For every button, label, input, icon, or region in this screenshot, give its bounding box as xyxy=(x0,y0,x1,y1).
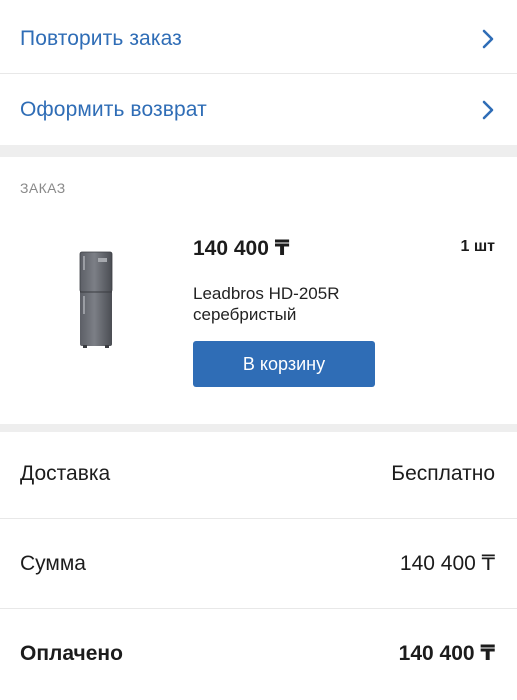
order-section-caption: ЗАКАЗ xyxy=(20,180,66,196)
delivery-row: Доставка Бесплатно xyxy=(0,429,517,518)
refrigerator-icon xyxy=(79,251,113,348)
chevron-right-icon xyxy=(482,29,494,49)
divider xyxy=(0,73,517,74)
return-order-label: Оформить возврат xyxy=(20,98,207,121)
add-to-cart-button[interactable]: В корзину xyxy=(193,341,375,387)
chevron-right-icon xyxy=(482,100,494,120)
total-label: Сумма xyxy=(20,551,86,575)
return-order-row[interactable]: Оформить возврат xyxy=(0,75,517,145)
product-name[interactable]: Leadbros HD-205R серебристый xyxy=(193,283,413,325)
paid-value: 140 400 ₸ xyxy=(398,642,495,665)
section-gap xyxy=(0,145,517,157)
paid-label: Оплачено xyxy=(20,641,123,665)
total-row: Сумма 140 400 ₸ xyxy=(0,519,517,608)
repeat-order-label: Повторить заказ xyxy=(20,27,182,50)
total-value: 140 400 ₸ xyxy=(399,552,495,575)
product-price: 140 400 ₸ xyxy=(193,237,290,260)
repeat-order-row[interactable]: Повторить заказ xyxy=(0,4,517,74)
paid-row: Оплачено 140 400 ₸ xyxy=(0,609,517,698)
product-quantity: 1 шт xyxy=(460,238,495,255)
delivery-label: Доставка xyxy=(20,461,111,485)
delivery-value: Бесплатно xyxy=(391,461,495,485)
